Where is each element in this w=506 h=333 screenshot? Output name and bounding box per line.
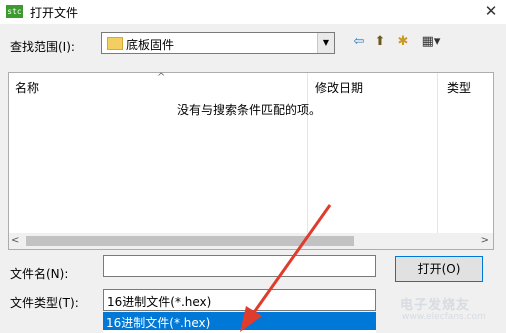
look-in-value: 底板固件	[126, 38, 175, 52]
look-in-label: 查找范围(I):	[10, 40, 75, 54]
horizontal-scrollbar[interactable]: < >	[9, 233, 493, 249]
filename-input[interactable]	[103, 255, 376, 277]
app-icon: stc	[6, 5, 23, 18]
filename-label: 文件名(N):	[10, 267, 69, 281]
column-divider[interactable]	[307, 73, 308, 233]
up-folder-icon[interactable]: ⬆	[371, 33, 389, 51]
chevron-down-icon[interactable]: ▼	[317, 33, 334, 53]
filetype-label: 文件类型(T):	[10, 296, 79, 310]
close-icon[interactable]: ✕	[485, 2, 498, 20]
watermark-text: 电子发烧友	[400, 298, 471, 313]
title-bar: stc 打开文件 ✕	[0, 0, 506, 24]
scroll-left-icon[interactable]: <	[11, 233, 19, 249]
new-folder-icon[interactable]: ✱	[394, 33, 412, 51]
file-list[interactable]: 名称 ^ 修改日期 类型 没有与搜索条件匹配的项。 < >	[8, 72, 494, 250]
sort-ascending-icon: ^	[157, 72, 166, 83]
open-button[interactable]: 打开(O)	[395, 256, 483, 282]
column-header-name[interactable]: 名称	[15, 79, 39, 96]
folder-icon	[107, 37, 123, 50]
column-divider[interactable]	[437, 73, 438, 233]
watermark: 电子发烧友 www.elecfans.com	[388, 292, 500, 328]
back-arrow-icon[interactable]: ⇦	[350, 33, 368, 51]
filetype-value: 16进制文件(*.hex)	[107, 295, 212, 309]
window-title: 打开文件	[30, 6, 79, 20]
filetype-option-label: 16进制文件(*.hex)	[106, 316, 211, 330]
column-header-modified[interactable]: 修改日期	[315, 79, 363, 96]
filetype-dropdown[interactable]: 16进制文件(*.hex)	[103, 289, 376, 311]
look-in-dropdown[interactable]: 底板固件 ▼	[101, 32, 335, 54]
filetype-option-selected[interactable]: 16进制文件(*.hex)	[103, 312, 376, 330]
scrollbar-thumb[interactable]	[26, 236, 354, 246]
watermark-url: www.elecfans.com	[402, 312, 486, 322]
close-button[interactable]: ✕	[476, 0, 506, 24]
scroll-right-icon[interactable]: >	[481, 233, 489, 249]
view-menu-icon[interactable]: ▦▾	[416, 33, 446, 51]
column-header-type[interactable]: 类型	[447, 79, 471, 96]
empty-list-message: 没有与搜索条件匹配的项。	[177, 103, 322, 117]
